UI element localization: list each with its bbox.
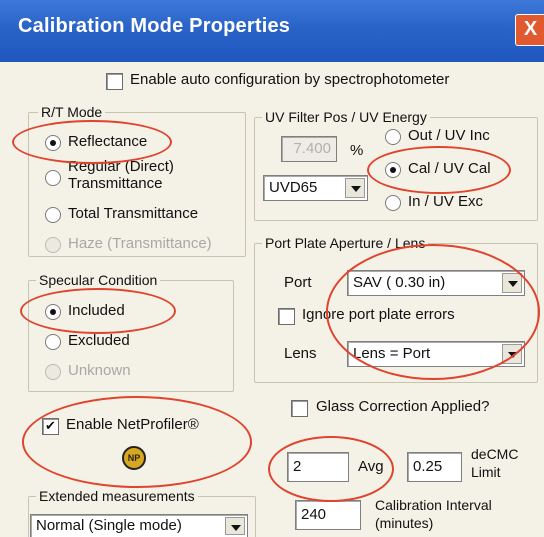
- dialog-window: Calibration Mode Properties X Enable aut…: [0, 0, 544, 537]
- reflectance-radio[interactable]: [45, 135, 61, 151]
- title-bar[interactable]: Calibration Mode Properties X: [0, 0, 544, 62]
- window-title: Calibration Mode Properties: [18, 15, 291, 37]
- cal-interval-line2: (minutes): [375, 515, 434, 531]
- cal-interval-line1: Calibration Interval: [375, 497, 492, 513]
- uv-percent-unit: %: [350, 142, 364, 159]
- port-value: SAV ( 0.30 in): [353, 274, 446, 291]
- reflectance-label: Reflectance: [68, 133, 148, 150]
- lens-dropdown[interactable]: Lens = Port: [347, 341, 525, 367]
- included-label: Included: [68, 302, 125, 319]
- total-transmittance-radio[interactable]: [45, 207, 61, 223]
- uv-out-label: Out / UV Inc: [408, 127, 490, 144]
- lens-value: Lens = Port: [353, 345, 431, 362]
- specular-legend: Specular Condition: [36, 272, 161, 288]
- uv-out-radio[interactable]: [385, 129, 401, 145]
- decmc-label-line1: deCMC: [471, 446, 519, 462]
- chevron-down-icon[interactable]: [345, 178, 365, 198]
- annotation-ellipse-netprofiler: [22, 396, 252, 488]
- ignore-port-errors-checkbox[interactable]: [278, 308, 295, 325]
- uv-filter-legend: UV Filter Pos / UV Energy: [262, 109, 430, 125]
- chevron-down-icon[interactable]: [225, 517, 245, 535]
- regular-transmittance-label: Regular (Direct) Transmittance: [68, 158, 174, 192]
- total-transmittance-label: Total Transmittance: [68, 205, 199, 222]
- illuminant-dropdown[interactable]: UVD65: [263, 175, 368, 201]
- auto-config-label: Enable auto configuration by spectrophot…: [130, 71, 450, 88]
- lens-label: Lens: [284, 345, 317, 362]
- uv-cal-label: Cal / UV Cal: [408, 160, 491, 177]
- uv-in-label: In / UV Exc: [408, 193, 484, 210]
- uv-cal-radio[interactable]: [385, 162, 401, 178]
- decmc-label-line2: Limit: [471, 464, 501, 480]
- port-label: Port: [284, 274, 312, 291]
- extended-dropdown[interactable]: Normal (Single mode): [30, 514, 248, 537]
- netprofiler-logo-icon: NP: [122, 446, 146, 470]
- extended-dropdown-value: Normal (Single mode): [36, 517, 182, 534]
- excluded-label: Excluded: [68, 332, 130, 349]
- decmc-label: deCMC Limit: [471, 445, 518, 481]
- auto-config-checkbox[interactable]: [106, 73, 123, 90]
- cal-interval-label: Calibration Interval (minutes): [375, 496, 492, 532]
- regular-transmittance-line2: Transmittance: [68, 175, 163, 192]
- glass-correction-checkbox[interactable]: [291, 400, 308, 417]
- avg-field[interactable]: 2: [287, 452, 349, 482]
- rt-mode-legend: R/T Mode: [38, 104, 106, 120]
- uv-in-radio[interactable]: [385, 195, 401, 211]
- unknown-radio: [45, 364, 61, 380]
- chevron-down-icon[interactable]: [502, 344, 522, 364]
- regular-transmittance-radio[interactable]: [45, 170, 61, 186]
- haze-transmittance-label: Haze (Transmittance): [68, 235, 212, 252]
- uv-percent-field: 7.400: [281, 136, 337, 162]
- included-radio[interactable]: [45, 304, 61, 320]
- unknown-label: Unknown: [68, 362, 131, 379]
- port-dropdown[interactable]: SAV ( 0.30 in): [347, 270, 525, 296]
- ignore-port-errors-label: Ignore port plate errors: [302, 306, 455, 323]
- regular-transmittance-line1: Regular (Direct): [68, 158, 174, 175]
- close-button[interactable]: X: [515, 14, 544, 46]
- port-plate-legend: Port Plate Aperture / Lens: [262, 235, 429, 251]
- haze-transmittance-radio: [45, 237, 61, 253]
- extended-legend: Extended measurements: [36, 488, 198, 504]
- decmc-field[interactable]: 0.25: [407, 452, 462, 482]
- chevron-down-icon[interactable]: [502, 273, 522, 293]
- excluded-radio[interactable]: [45, 334, 61, 350]
- cal-interval-field[interactable]: 240: [295, 500, 361, 530]
- avg-label: Avg: [358, 458, 384, 475]
- glass-correction-label: Glass Correction Applied?: [316, 398, 490, 415]
- netprofiler-label: Enable NetProfiler®: [66, 416, 199, 433]
- netprofiler-checkbox[interactable]: ✔: [42, 418, 59, 435]
- illuminant-value: UVD65: [269, 179, 318, 196]
